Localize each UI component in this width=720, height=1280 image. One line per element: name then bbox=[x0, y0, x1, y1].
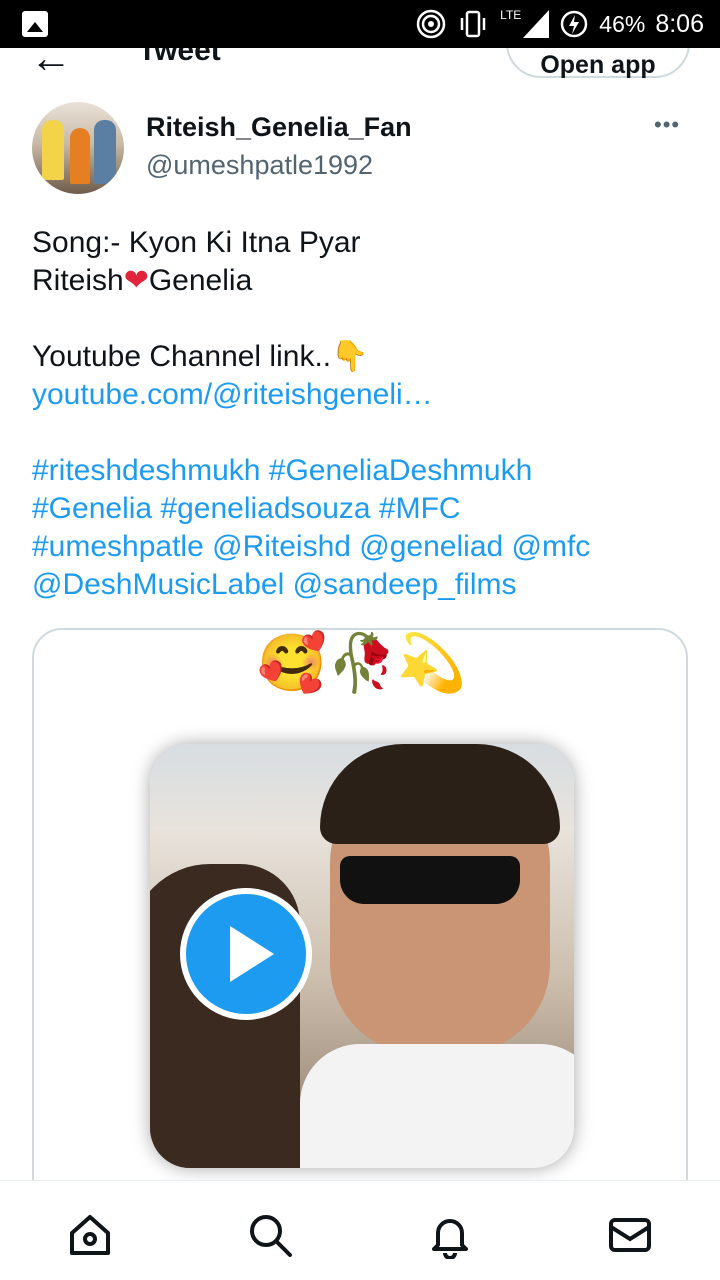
name-genelia: Genelia bbox=[148, 264, 253, 297]
tweet-line-channel: Youtube Channel link..👇 bbox=[32, 338, 692, 376]
notifications-icon[interactable] bbox=[426, 1211, 474, 1259]
hashtags-line-3[interactable]: #umeshpatle @Riteishd @geneliad @mfc bbox=[32, 528, 692, 566]
sunglasses bbox=[340, 856, 520, 904]
channel-text: Youtube Channel link.. bbox=[32, 340, 332, 373]
open-app-button[interactable]: Open app bbox=[506, 48, 690, 79]
more-options-icon[interactable]: ••• bbox=[654, 112, 680, 138]
home-icon[interactable] bbox=[66, 1211, 114, 1259]
signal-icon bbox=[523, 10, 550, 38]
vibrate-icon bbox=[460, 10, 486, 38]
hashtags-line-1[interactable]: #riteshdeshmukh #GeneliaDeshmukh bbox=[32, 452, 692, 490]
battery-percent: 46% bbox=[599, 10, 646, 37]
hashtags-line-2[interactable]: #Genelia #geneliadsouza #MFC bbox=[32, 490, 692, 528]
hashtags-line-4[interactable]: @DeshMusicLabel @sandeep_films bbox=[32, 566, 692, 604]
user-handle[interactable]: @umeshpatle1992 bbox=[146, 150, 373, 181]
tweet-line-song: Song:- Kyon Ki Itna Pyar bbox=[32, 226, 361, 259]
gallery-notification-icon bbox=[22, 11, 48, 37]
pointing-down-icon: 👇 bbox=[331, 340, 369, 373]
tweet-line-names: Riteish❤Genelia bbox=[32, 262, 692, 300]
clock: 8:06 bbox=[655, 9, 704, 38]
lte-label: LTE bbox=[500, 8, 522, 22]
status-bar: LTE 46% 8:06 bbox=[0, 0, 720, 48]
back-arrow-icon[interactable]: ← bbox=[30, 48, 72, 82]
name-riteish: Riteish bbox=[32, 264, 124, 297]
video-media-card[interactable]: 🥰🥀💫 bbox=[32, 628, 688, 1228]
status-indicators: LTE 46% 8:06 bbox=[416, 8, 704, 40]
messages-icon[interactable] bbox=[606, 1211, 654, 1259]
display-name[interactable]: Riteish_Genelia_Fan bbox=[146, 112, 412, 143]
hotspot-icon bbox=[416, 9, 446, 39]
search-icon[interactable] bbox=[246, 1211, 294, 1259]
bottom-navigation bbox=[0, 1180, 720, 1280]
tweet-text: Song:- Kyon Ki Itna Pyar Riteish❤Genelia… bbox=[32, 224, 692, 604]
youtube-link[interactable]: youtube.com/@riteishgeneli… bbox=[32, 376, 692, 414]
media-emoji-strip: 🥰🥀💫 bbox=[257, 631, 467, 694]
tweet-header: ← Tweet Open app bbox=[0, 48, 720, 88]
battery-charging-icon bbox=[561, 10, 588, 38]
heart-icon: ❤ bbox=[123, 264, 149, 297]
play-button[interactable] bbox=[180, 888, 312, 1020]
avatar[interactable] bbox=[32, 102, 124, 194]
page-title: Tweet bbox=[138, 48, 221, 67]
